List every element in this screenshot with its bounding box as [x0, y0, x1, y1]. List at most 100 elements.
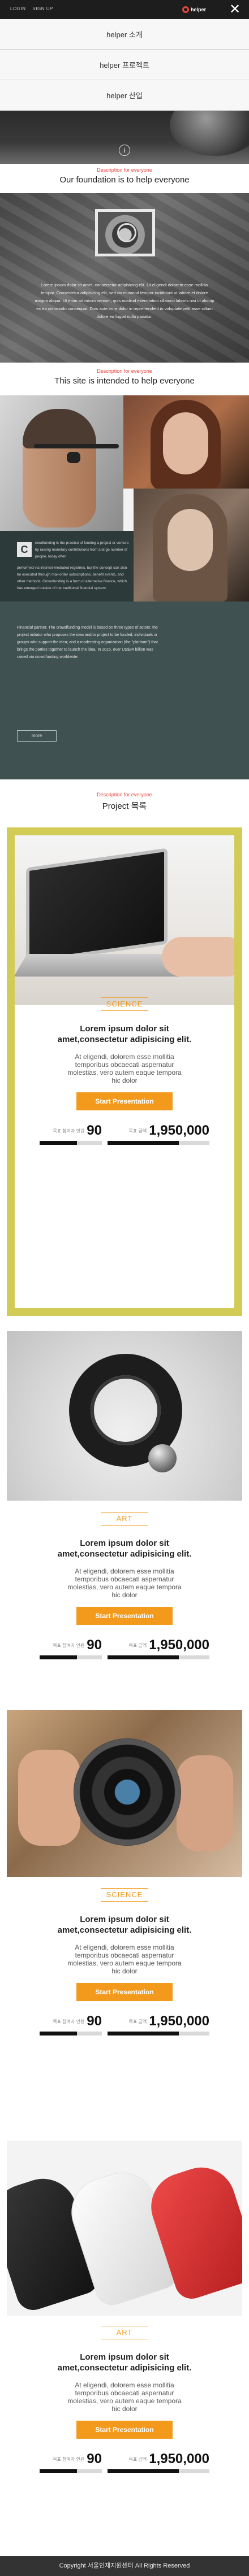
camera-photo: [7, 1710, 242, 1877]
smart-glasses-shape: [34, 444, 119, 448]
project-description: At eligendi, dolorem esse mollitia tempo…: [67, 1567, 182, 1599]
woman-portrait-photo-2: [134, 489, 249, 601]
woman1-face-shape: [163, 412, 208, 474]
laptop-photo: [15, 835, 234, 1005]
menu-item-industry[interactable]: helper 산업: [0, 80, 249, 111]
camera-frame-image: [95, 209, 155, 256]
project-heading: Lorem ipsum dolor sit amet,consectetur a…: [0, 1023, 249, 1045]
dropdown-menu: helper 소개 helper 프로젝트 helper 산업: [0, 19, 249, 111]
start-presentation-button[interactable]: Start Presentation: [76, 2421, 173, 2439]
participants-label: 목표 참여자 인원: [53, 1642, 85, 1648]
project-heading-line-2: amet,consectetur adipisicing elit.: [57, 1549, 192, 1559]
project-category: ART: [101, 1512, 148, 1525]
participants-value: 90: [87, 2451, 102, 2466]
amount-stat: 목표 금액 1,950,000: [105, 1123, 209, 1139]
project-heading: Lorem ipsum dolor sit amet,consectetur a…: [0, 1914, 249, 1936]
start-presentation-button[interactable]: Start Presentation: [76, 1092, 173, 1110]
intended-title: This site is intended to help everyone: [54, 376, 195, 386]
project-stats: 목표 참여자 인원 90 목표 금액 1,950,000: [40, 1123, 209, 1147]
woman-portrait-photo-1: [123, 395, 249, 489]
intended-block: C rowdfunding is the practice of funding…: [0, 395, 249, 779]
project-category: SCIENCE: [100, 997, 149, 1011]
partner-text: Financial partner. The crowdfunding mode…: [17, 626, 158, 659]
participants-label: 목표 참여자 인원: [53, 1128, 85, 1134]
project-stats: 목표 참여자 인원 90 목표 금액 1,950,000: [40, 2013, 209, 2037]
start-presentation-button[interactable]: Start Presentation: [76, 1983, 173, 2001]
project-stats: 목표 참여자 인원 90 목표 금액 1,950,000: [40, 2451, 209, 2475]
info-icon[interactable]: i: [119, 145, 130, 156]
foundation-kicker: Description for everyone: [97, 167, 152, 173]
signup-link[interactable]: SIGN UP: [32, 6, 53, 11]
amount-label: 목표 금액: [128, 2019, 147, 2024]
amount-progress-bar: [108, 1141, 209, 1145]
project-heading-line-1: Lorem ipsum dolor sit: [80, 1024, 169, 1034]
project-heading: Lorem ipsum dolor sit amet,consectetur a…: [0, 2352, 249, 2373]
projects-title: Project 목록: [102, 801, 147, 811]
participants-progress-bar: [40, 2032, 102, 2035]
participants-value: 90: [87, 1123, 102, 1138]
amount-label: 목표 금액: [128, 1128, 147, 1134]
foundation-paragraph: Lorem ipsum dolor sit amet, consectetur …: [35, 282, 214, 319]
amount-value: 1,950,000: [149, 2451, 209, 2466]
man-hair-shape: [23, 409, 96, 448]
close-menu-icon[interactable]: ✕: [227, 2, 242, 17]
amount-progress-bar: [108, 1655, 209, 1659]
project-heading: Lorem ipsum dolor sit amet,consectetur a…: [0, 1538, 249, 1559]
amount-stat: 목표 금액 1,950,000: [105, 1637, 209, 1653]
menu-item-about[interactable]: helper 소개: [0, 19, 249, 50]
amount-stat: 목표 금액 1,950,000: [105, 2451, 209, 2467]
participants-label: 목표 참여자 인원: [53, 2456, 85, 2462]
amount-label: 목표 금액: [128, 1642, 147, 1648]
crowdfunding-text-continued: performed via internet-mediated registri…: [17, 566, 127, 590]
project-heading-line-2: amet,consectetur adipisicing elit.: [57, 2363, 192, 2373]
participants-stat: 목표 참여자 인원 90: [40, 1123, 102, 1139]
participants-progress-bar: [40, 2469, 102, 2473]
logo-mark-icon: [182, 6, 189, 13]
participants-value: 90: [87, 1637, 102, 1653]
menu-item-projects[interactable]: helper 프로젝트: [0, 50, 249, 80]
intended-kicker: Description for everyone: [97, 368, 152, 374]
participants-stat: 목표 참여자 인원 90: [40, 1637, 102, 1653]
amount-progress-fill: [108, 1655, 179, 1659]
participants-value: 90: [87, 2013, 102, 2029]
project-heading-line-1: Lorem ipsum dolor sit: [80, 2352, 169, 2362]
partner-block: Financial partner. The crowdfunding mode…: [0, 601, 249, 779]
footer: Copyright 서울인재지원센터 All Rights Reserved: [0, 2556, 249, 2576]
project-stats: 목표 참여자 인원 90 목표 금액 1,950,000: [40, 1637, 209, 1661]
logo-text: helper: [191, 7, 207, 12]
projects-kicker: Description for everyone: [97, 792, 152, 797]
right-hand-shape: [177, 1755, 233, 1851]
participants-progress-fill: [40, 1655, 77, 1659]
participants-progress-bar: [40, 1141, 102, 1145]
amount-progress-fill: [108, 2469, 179, 2473]
project-heading-line-2: amet,consectetur adipisicing elit.: [57, 1035, 192, 1044]
crowdfunding-text: rowdfunding is the practice of funding a…: [35, 541, 129, 559]
camera-lens-shape: [74, 1738, 181, 1846]
foundation-title: Our foundation is to help everyone: [59, 175, 190, 185]
amount-progress-bar: [108, 2032, 209, 2035]
participants-stat: 목표 참여자 인원 90: [40, 2013, 102, 2029]
projects-header: Description for everyone Project 목록: [0, 792, 249, 812]
foundation-block: Lorem ipsum dolor sit amet, consectetur …: [0, 193, 249, 363]
hero-product-image: [170, 111, 249, 156]
amount-progress-bar: [108, 2469, 209, 2473]
project-heading-line-1: Lorem ipsum dolor sit: [80, 1915, 169, 1924]
project-1: SCIENCE Lorem ipsum dolor sit amet,conse…: [0, 997, 249, 1147]
woman2-face-shape: [168, 509, 213, 571]
project-description: At eligendi, dolorem esse mollitia tempo…: [67, 2381, 182, 2413]
site-logo[interactable]: helper: [182, 3, 207, 16]
project-category: SCIENCE: [100, 1888, 149, 1902]
login-link[interactable]: LOGIN: [10, 6, 25, 11]
hand-shape: [162, 937, 234, 977]
participants-label: 목표 참여자 인원: [53, 2019, 85, 2024]
amount-value: 1,950,000: [149, 2013, 209, 2029]
start-presentation-button[interactable]: Start Presentation: [76, 1607, 173, 1625]
more-button[interactable]: more: [17, 730, 57, 742]
crowdfunding-card: C rowdfunding is the practice of funding…: [0, 531, 134, 601]
amount-progress-fill: [108, 1141, 179, 1145]
amount-value: 1,950,000: [149, 1637, 209, 1653]
project-description: At eligendi, dolorem esse mollitia tempo…: [67, 1943, 182, 1975]
earpiece-shape: [67, 452, 80, 463]
participants-progress-fill: [40, 2032, 77, 2035]
project-category: ART: [101, 2326, 148, 2339]
